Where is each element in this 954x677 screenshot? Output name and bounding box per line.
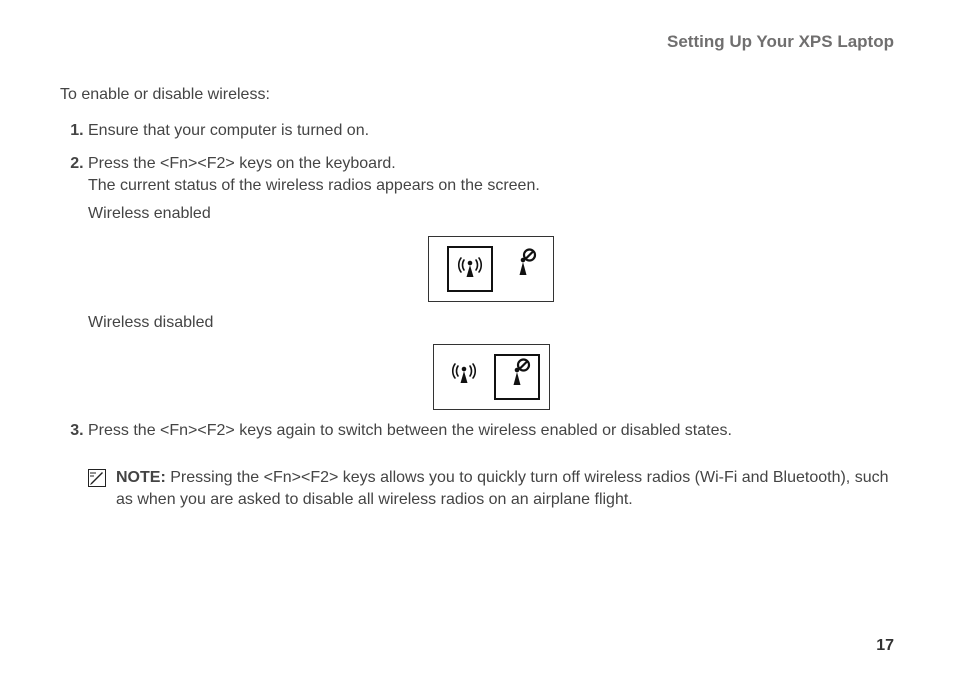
antenna-on-icon bbox=[448, 355, 480, 394]
note-body: Pressing the <Fn><F2> keys allows you to… bbox=[116, 469, 888, 508]
running-header: Setting Up Your XPS Laptop bbox=[60, 30, 894, 54]
page-number: 17 bbox=[876, 635, 894, 657]
note-icon bbox=[88, 474, 106, 491]
step-2-line-1: Press the <Fn><F2> keys on the keyboard. bbox=[88, 155, 396, 172]
note-label: NOTE: bbox=[116, 469, 166, 486]
note-text: NOTE: Pressing the <Fn><F2> keys allows … bbox=[116, 467, 894, 512]
antenna-off-icon bbox=[507, 247, 539, 286]
wireless-enabled-diagram bbox=[428, 236, 554, 302]
antenna-on-icon bbox=[454, 249, 486, 288]
wireless-disabled-label: Wireless disabled bbox=[88, 312, 894, 334]
wireless-enabled-label: Wireless enabled bbox=[88, 203, 894, 225]
step-1: Ensure that your computer is turned on. bbox=[88, 120, 894, 142]
antenna-off-icon bbox=[501, 357, 533, 396]
wireless-disabled-diagram bbox=[433, 344, 550, 410]
step-2-line-2: The current status of the wireless radio… bbox=[88, 177, 540, 194]
lead-paragraph: To enable or disable wireless: bbox=[60, 84, 894, 106]
note-block: NOTE: Pressing the <Fn><F2> keys allows … bbox=[88, 467, 894, 512]
step-2: Press the <Fn><F2> keys on the keyboard.… bbox=[88, 153, 894, 411]
step-3: Press the <Fn><F2> keys again to switch … bbox=[88, 420, 894, 442]
